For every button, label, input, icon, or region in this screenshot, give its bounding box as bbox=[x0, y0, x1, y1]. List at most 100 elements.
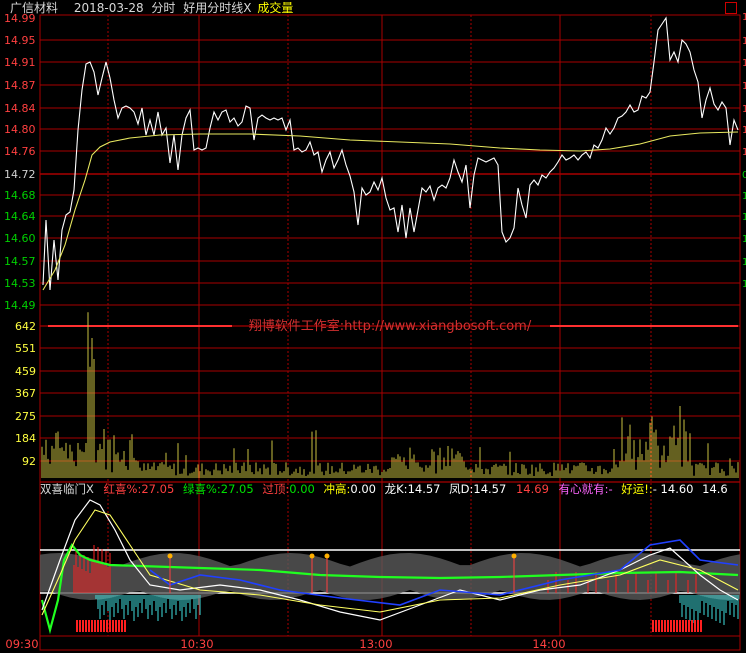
right-edge-mark: 1 bbox=[742, 212, 746, 223]
signal-mark bbox=[679, 620, 681, 632]
price-tick-label: 14.57 bbox=[4, 255, 36, 268]
right-edge-mark: 1 bbox=[742, 147, 746, 158]
signal-mark bbox=[106, 620, 108, 632]
signal-mark bbox=[652, 620, 654, 632]
signal-mark bbox=[94, 620, 96, 632]
chart-date: 2018-03-28 bbox=[73, 1, 144, 15]
indicator-header: 双喜临门X 红喜%:27.05 绿喜%:27.05 过顶:0.00 冲高:0.0… bbox=[0, 481, 746, 497]
volume-bars bbox=[41, 312, 739, 478]
stock-name: 广信材料 bbox=[10, 1, 59, 15]
price-tick-label: 14.95 bbox=[4, 34, 36, 47]
signal-mark bbox=[697, 620, 699, 632]
signal-mark bbox=[670, 620, 672, 632]
signal-dot bbox=[167, 553, 173, 559]
price-tick-label: 14.60 bbox=[4, 232, 36, 245]
signal-mark bbox=[85, 620, 87, 632]
watermark-text: 翔博软件工作室:http://www.xiangbosoft.com/ bbox=[249, 318, 532, 334]
price-value: 14.69 bbox=[515, 482, 549, 496]
right-edge-mark: 1 bbox=[742, 125, 746, 136]
signal-mark bbox=[91, 620, 93, 632]
volume-tick-label: 551 bbox=[15, 342, 36, 355]
indicator-title[interactable]: 双喜临门X bbox=[40, 481, 94, 497]
price-tick-label: 14.80 bbox=[4, 123, 36, 136]
signal-mark bbox=[121, 620, 123, 632]
volume-tick-label: 184 bbox=[15, 432, 36, 445]
signal-mark bbox=[673, 620, 675, 632]
price-tick-label: 14.91 bbox=[4, 56, 36, 69]
volume-tick-label: 642 bbox=[15, 320, 36, 333]
volume-tick-label: 92 bbox=[22, 455, 36, 468]
time-tick-label: 10:30 bbox=[180, 637, 213, 651]
dragon-value: 14.57 bbox=[407, 482, 441, 496]
right-edge-mark: 1 bbox=[742, 257, 746, 268]
right-edge-mark: 0 bbox=[742, 170, 746, 181]
indicator-name[interactable]: 好用分时线X bbox=[183, 0, 251, 16]
signal-mark bbox=[88, 620, 90, 632]
signal-mark bbox=[103, 620, 105, 632]
signal-mark bbox=[664, 620, 666, 632]
price-tick-label: 14.49 bbox=[4, 299, 36, 312]
volume-label[interactable]: 成交量 bbox=[257, 0, 293, 16]
right-edge-mark: 1 bbox=[742, 81, 746, 92]
dragon-label: 龙K: bbox=[384, 482, 408, 496]
signal-mark bbox=[79, 620, 81, 632]
indicator-panel bbox=[40, 499, 740, 635]
signal-mark bbox=[655, 620, 657, 632]
signal-dot bbox=[324, 553, 330, 559]
signal-mark bbox=[700, 620, 702, 632]
signal-mark bbox=[109, 620, 111, 632]
volume-tick-label: 275 bbox=[15, 410, 36, 423]
price-tick-label: 14.53 bbox=[4, 277, 36, 290]
signal-mark bbox=[76, 620, 78, 632]
signal-mark bbox=[82, 620, 84, 632]
price-tick-label: 14.84 bbox=[4, 102, 36, 115]
intraday-chart[interactable]: 14.9914.9514.9114.8714.8414.8014.7614.72… bbox=[0, 0, 746, 653]
volume-tick-label: 459 bbox=[15, 365, 36, 378]
right-edge-mark: 1 bbox=[742, 191, 746, 202]
signal-mark bbox=[661, 620, 663, 632]
luck-value: - 14.60 bbox=[652, 482, 694, 496]
rush-value: 0.00 bbox=[350, 482, 376, 496]
green-label: 绿喜%: bbox=[182, 482, 221, 496]
luck-label: 好运!: bbox=[621, 482, 653, 496]
restore-window-icon[interactable] bbox=[725, 2, 737, 14]
volume-tick-label: 367 bbox=[15, 387, 36, 400]
signal-dot bbox=[309, 553, 315, 559]
phoenix-value: 14.57 bbox=[473, 482, 507, 496]
right-edge-mark: 1 bbox=[742, 234, 746, 245]
heart-value: - bbox=[608, 482, 613, 496]
signal-mark bbox=[676, 620, 678, 632]
phoenix-label: 凤D: bbox=[449, 482, 474, 496]
signal-mark bbox=[658, 620, 660, 632]
signal-mark bbox=[685, 620, 687, 632]
price-tick-label: 14.68 bbox=[4, 189, 36, 202]
top-value: 0.00 bbox=[289, 482, 315, 496]
right-edge-mark: 1 bbox=[742, 104, 746, 115]
signal-mark bbox=[688, 620, 690, 632]
signal-mark bbox=[97, 620, 99, 632]
time-tick-label: 13:00 bbox=[359, 637, 392, 651]
signal-mark bbox=[115, 620, 117, 632]
signal-mark bbox=[667, 620, 669, 632]
price-tick-label: 14.72 bbox=[4, 168, 36, 181]
signal-mark bbox=[124, 620, 126, 632]
red-label: 红喜%: bbox=[103, 482, 142, 496]
chart-header: 广信材料 2018-03-28 分时 好用分时线X 成交量 bbox=[0, 0, 746, 16]
signal-mark bbox=[691, 620, 693, 632]
time-tick-label: 09:30 bbox=[5, 637, 38, 651]
chart-mode: 分时 bbox=[151, 1, 176, 15]
time-tick-label: 14:00 bbox=[532, 637, 565, 651]
tail-value: 14.6 bbox=[702, 482, 728, 496]
red-value: 27.05 bbox=[141, 482, 175, 496]
signal-mark bbox=[694, 620, 696, 632]
right-edge-mark: 1 bbox=[742, 36, 746, 47]
signal-dot bbox=[511, 553, 517, 559]
heart-label: 有心就有: bbox=[558, 482, 609, 496]
rush-label: 冲高: bbox=[323, 482, 351, 496]
signal-mark bbox=[100, 620, 102, 632]
price-tick-label: 14.64 bbox=[4, 210, 36, 223]
average-price-line bbox=[42, 131, 739, 291]
right-edge-mark: 1 bbox=[742, 58, 746, 69]
signal-mark bbox=[682, 620, 684, 632]
signal-mark bbox=[118, 620, 120, 632]
